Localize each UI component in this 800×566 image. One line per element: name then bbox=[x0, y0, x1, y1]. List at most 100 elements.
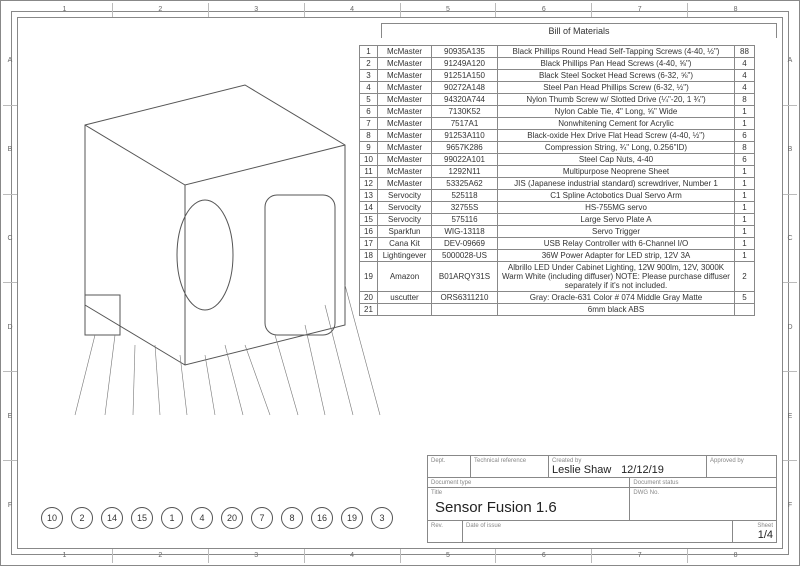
ruler-col: 4 bbox=[304, 549, 400, 563]
bom-cell-qty: 8 bbox=[735, 142, 755, 154]
bom-cell-vendor: McMaster bbox=[378, 178, 432, 190]
bom-cell-vendor: McMaster bbox=[378, 118, 432, 130]
bom-cell-qty: 4 bbox=[735, 58, 755, 70]
bom-cell-vendor: McMaster bbox=[378, 142, 432, 154]
table-row: 17Cana KitDEV-09669USB Relay Controller … bbox=[360, 238, 755, 250]
balloon: 4 bbox=[191, 507, 213, 529]
bom-cell-vendor: McMaster bbox=[378, 154, 432, 166]
balloon: 8 bbox=[281, 507, 303, 529]
bom-cell-vendor: McMaster bbox=[378, 70, 432, 82]
bom-cell-n: 14 bbox=[360, 202, 378, 214]
table-row: 9McMaster9657K286Compression String, ¾" … bbox=[360, 142, 755, 154]
bom-cell-desc: Black Phillips Pan Head Screws (4-40, ⅝"… bbox=[498, 58, 735, 70]
balloon: 10 bbox=[41, 507, 63, 529]
balloon: 1 bbox=[161, 507, 183, 529]
ruler-col: 5 bbox=[400, 549, 496, 563]
ruler-col: 3 bbox=[208, 549, 304, 563]
bom-cell-vendor: McMaster bbox=[378, 106, 432, 118]
ruler-bottom: 12345678 bbox=[17, 549, 783, 563]
bom-cell-part: 7130K52 bbox=[432, 106, 498, 118]
label-approved: Approved by bbox=[710, 458, 744, 464]
balloon: 16 bbox=[311, 507, 333, 529]
bom-cell-qty: 88 bbox=[735, 46, 755, 58]
ruler-col: 1 bbox=[17, 549, 112, 563]
balloon: 19 bbox=[341, 507, 363, 529]
bom-cell-part: 90935A135 bbox=[432, 46, 498, 58]
bom-cell-vendor: McMaster bbox=[378, 94, 432, 106]
ruler-right: ABCDEF bbox=[783, 17, 797, 549]
bom-cell-n: 3 bbox=[360, 70, 378, 82]
bom-table: 1McMaster90935A135Black Phillips Round H… bbox=[359, 45, 755, 316]
title-block: Dept. Technical reference Created by Les… bbox=[427, 455, 777, 543]
table-row: 13Servocity525118C1 Spline Actobotics Du… bbox=[360, 190, 755, 202]
bom-cell-n: 19 bbox=[360, 262, 378, 292]
bom-container: Bill of Materials 1McMaster90935A135Blac… bbox=[381, 23, 777, 38]
bom-cell-n: 7 bbox=[360, 118, 378, 130]
ruler-col: 7 bbox=[591, 549, 687, 563]
bom-cell-desc: Nylon Thumb Screw w/ Slotted Drive (¼"-2… bbox=[498, 94, 735, 106]
bom-cell-part: 91253A110 bbox=[432, 130, 498, 142]
bom-cell-qty: 1 bbox=[735, 250, 755, 262]
bom-cell-part: ORS6311210 bbox=[432, 292, 498, 304]
ruler-row: A bbox=[3, 17, 17, 105]
bom-cell-desc: Steel Pan Head Phillips Screw (6-32, ½") bbox=[498, 82, 735, 94]
label-date: Date of issue bbox=[466, 523, 501, 529]
table-row: 16SparkfunWIG-13118Servo Trigger1 bbox=[360, 226, 755, 238]
ruler-row: E bbox=[783, 371, 797, 460]
ruler-col: 6 bbox=[495, 3, 591, 17]
bom-cell-vendor: uscutter bbox=[378, 292, 432, 304]
ruler-row: C bbox=[3, 194, 17, 283]
bom-cell-n: 9 bbox=[360, 142, 378, 154]
bom-cell-part: 9657K286 bbox=[432, 142, 498, 154]
bom-cell-part: 7517A1 bbox=[432, 118, 498, 130]
bom-cell-part: 90272A148 bbox=[432, 82, 498, 94]
bom-cell-desc: Black-oxide Hex Drive Flat Head Screw (4… bbox=[498, 130, 735, 142]
bom-cell-qty: 6 bbox=[735, 130, 755, 142]
table-row: 2McMaster91249A120Black Phillips Pan Hea… bbox=[360, 58, 755, 70]
bom-cell-qty: 6 bbox=[735, 154, 755, 166]
ruler-col: 2 bbox=[112, 3, 208, 17]
ruler-col: 5 bbox=[400, 3, 496, 17]
balloon: 14 bbox=[101, 507, 123, 529]
label-title: Title bbox=[431, 490, 442, 496]
bom-cell-n: 6 bbox=[360, 106, 378, 118]
ruler-col: 8 bbox=[687, 3, 783, 17]
bom-cell-qty: 4 bbox=[735, 70, 755, 82]
balloon: 2 bbox=[71, 507, 93, 529]
bom-cell-desc: 36W Power Adapter for LED strip, 12V 3A bbox=[498, 250, 735, 262]
bom-cell-part bbox=[432, 304, 498, 316]
bom-cell-part: 1292N11 bbox=[432, 166, 498, 178]
bom-cell-part: 32755S bbox=[432, 202, 498, 214]
ruler-col: 2 bbox=[112, 549, 208, 563]
bom-cell-n: 20 bbox=[360, 292, 378, 304]
balloon-row: 102141514207816193 bbox=[41, 507, 393, 529]
bom-cell-desc: C1 Spline Actobotics Dual Servo Arm bbox=[498, 190, 735, 202]
balloon: 20 bbox=[221, 507, 243, 529]
drawing-title: Sensor Fusion 1.6 bbox=[431, 496, 626, 519]
bom-cell-n: 8 bbox=[360, 130, 378, 142]
table-row: 12McMaster53325A62JIS (Japanese industri… bbox=[360, 178, 755, 190]
table-row: 8McMaster91253A110Black-oxide Hex Drive … bbox=[360, 130, 755, 142]
bom-cell-desc: Black Phillips Round Head Self-Tapping S… bbox=[498, 46, 735, 58]
isometric-view bbox=[25, 25, 385, 445]
table-row: 14Servocity32755SHS-755MG servo1 bbox=[360, 202, 755, 214]
balloon: 15 bbox=[131, 507, 153, 529]
ruler-top: 12345678 bbox=[17, 3, 783, 17]
bom-cell-n: 13 bbox=[360, 190, 378, 202]
bom-cell-desc: Albrillo LED Under Cabinet Lighting, 12W… bbox=[498, 262, 735, 292]
ruler-col: 4 bbox=[304, 3, 400, 17]
bom-cell-qty: 8 bbox=[735, 94, 755, 106]
ruler-row: D bbox=[783, 282, 797, 371]
bom-cell-part: 575116 bbox=[432, 214, 498, 226]
ruler-col: 7 bbox=[591, 3, 687, 17]
bom-cell-part: WIG-13118 bbox=[432, 226, 498, 238]
drawing-sheet: 12345678 12345678 ABCDEF ABCDEF bbox=[0, 0, 800, 566]
bom-cell-vendor: McMaster bbox=[378, 166, 432, 178]
bom-cell-part: B01ARQY31S bbox=[432, 262, 498, 292]
bom-cell-desc: Black Steel Socket Head Screws (6-32, ⅝"… bbox=[498, 70, 735, 82]
bom-cell-desc: 6mm black ABS bbox=[498, 304, 735, 316]
bom-cell-qty: 1 bbox=[735, 226, 755, 238]
table-row: 3McMaster91251A150Black Steel Socket Hea… bbox=[360, 70, 755, 82]
bom-cell-n: 2 bbox=[360, 58, 378, 70]
ruler-row: F bbox=[3, 460, 17, 549]
